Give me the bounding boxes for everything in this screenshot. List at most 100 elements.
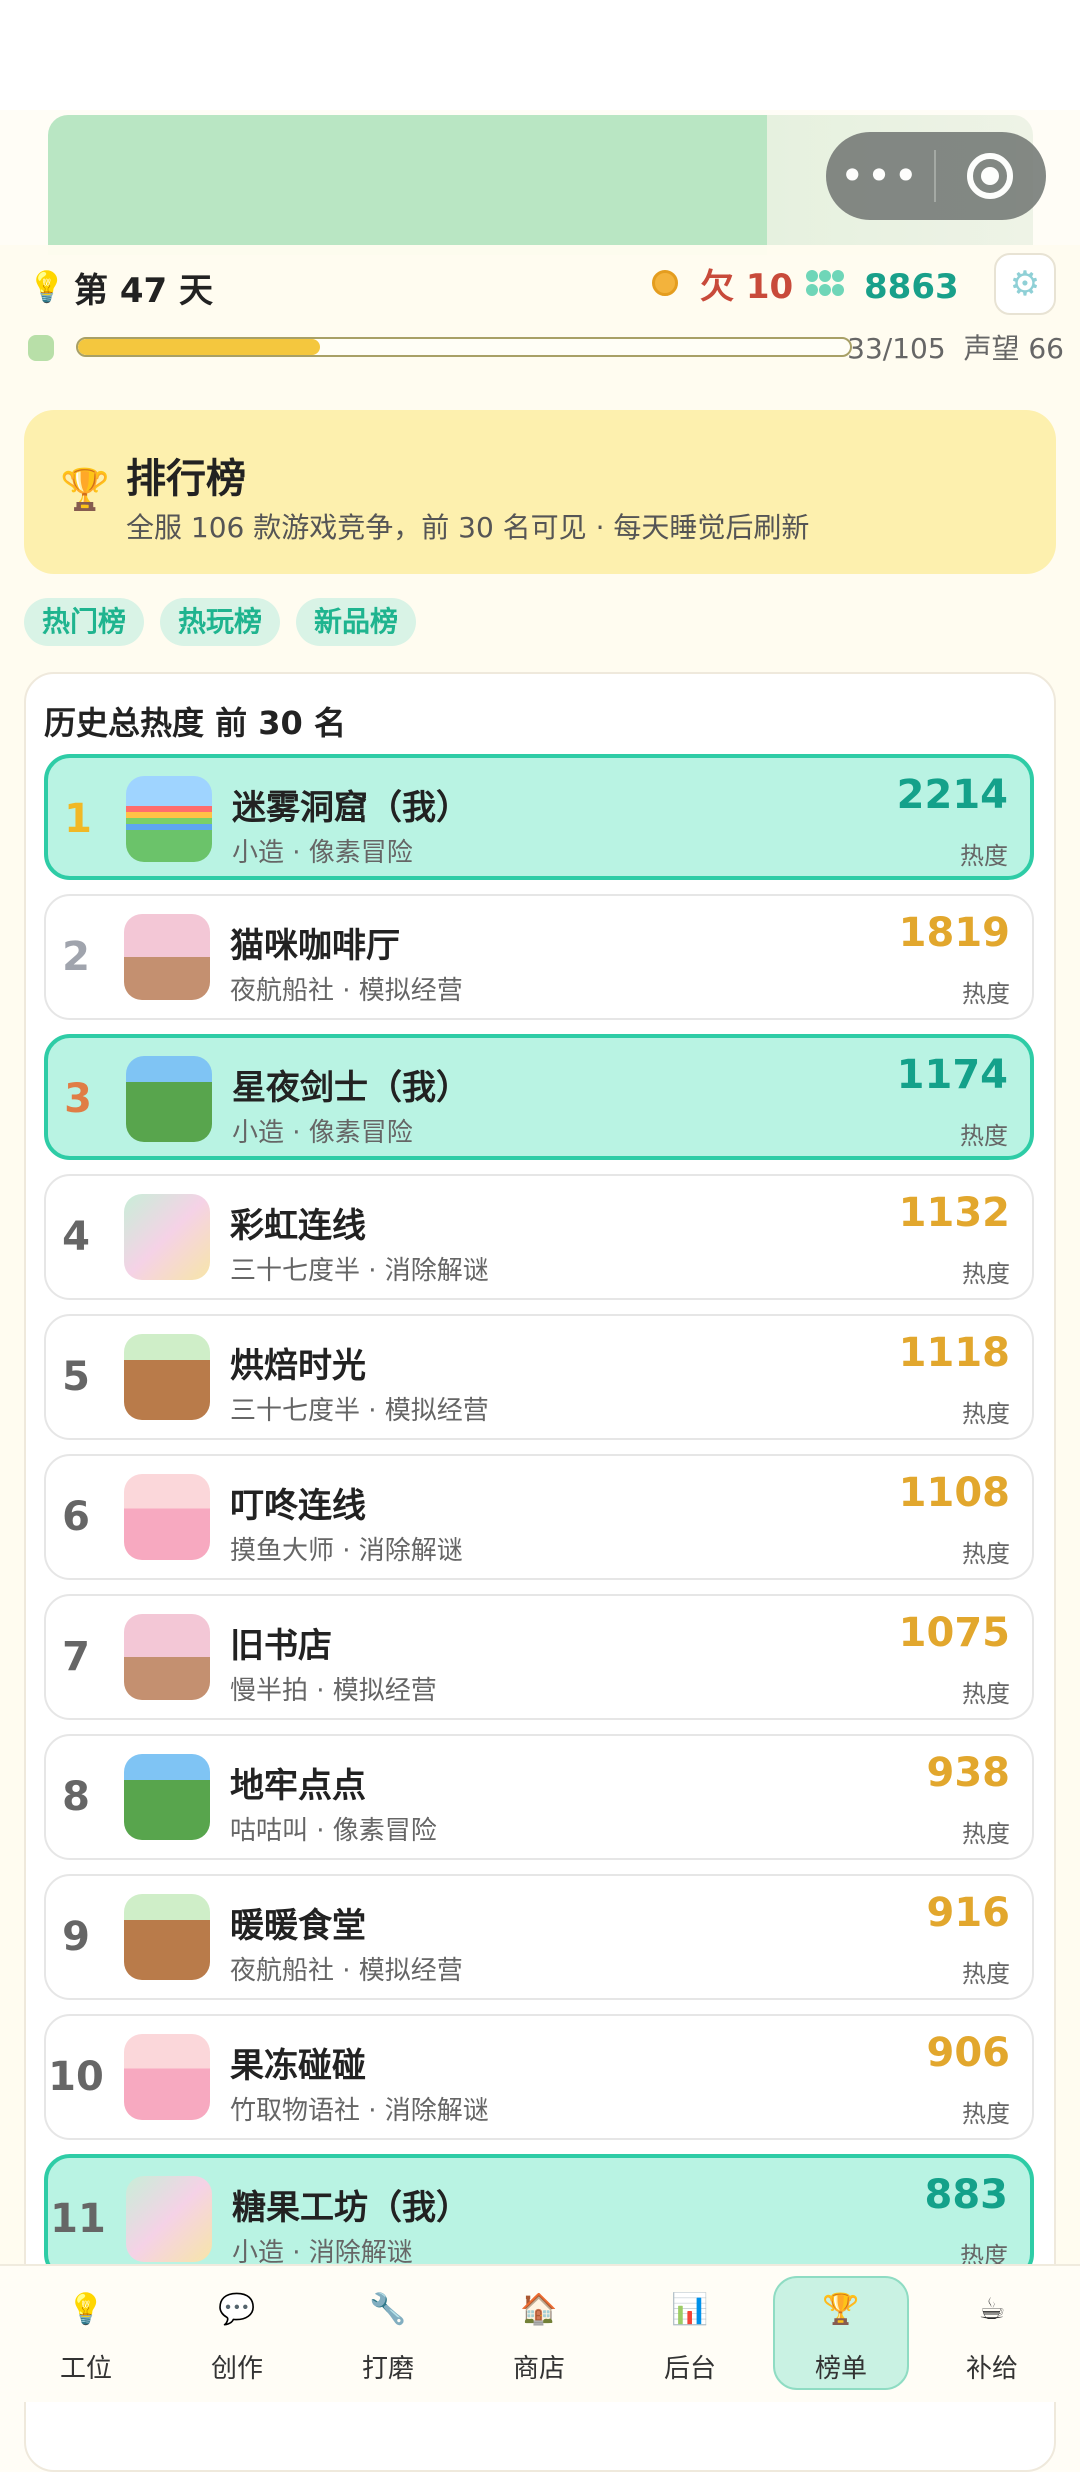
leaderboard-tabs: 热门榜 热玩榜 新品榜 (24, 598, 417, 646)
game-meta: 小造 · 像素冒险 (232, 838, 413, 868)
stats-bar: 💡 第 47 天 欠 10 8863 (28, 262, 1058, 312)
list-item[interactable]: 7 旧书店 慢半拍 · 模拟经营 1075 热度 (44, 1594, 1034, 1720)
heat-value: 906 (926, 2030, 1011, 2076)
list-item[interactable]: 10 果冻碰碰 竹取物语社 · 消除解谜 906 热度 (44, 2014, 1034, 2140)
heat-label: 热度 (962, 1540, 1010, 1568)
rank-number: 4 (62, 1214, 90, 1260)
game-meta: 三十七度半 · 消除解谜 (230, 1256, 489, 1286)
gear-icon[interactable]: ⚙ (994, 253, 1056, 315)
rank-number: 7 (62, 1634, 90, 1680)
game-meta: 夜航船社 · 模拟经营 (230, 976, 463, 1006)
shop-icon: 🏠 (520, 2292, 558, 2327)
game-name: 叮咚连线 (230, 1486, 366, 1526)
game-meta: 竹取物语社 · 消除解谜 (230, 2096, 489, 2126)
gem-icon (806, 270, 844, 304)
game-icon (124, 1614, 210, 1700)
nav-label: 补给 (965, 2354, 1018, 2384)
game-name: 星夜剑士（我） (232, 1068, 470, 1108)
nav-item-shop[interactable]: 🏠 商店 (469, 2266, 609, 2402)
game-name: 猫咪咖啡厅 (230, 926, 400, 966)
game-icon (126, 2176, 212, 2262)
game-icon (124, 1894, 210, 1980)
heat-label: 热度 (962, 1960, 1010, 1988)
close-target-icon[interactable] (936, 153, 1044, 199)
cup-icon: ☕ (978, 2292, 1006, 2327)
game-name: 果冻碰碰 (230, 2046, 366, 2086)
heat-label: 热度 (962, 1820, 1010, 1848)
game-icon (124, 914, 210, 1000)
day-label: 第 47 天 (74, 270, 213, 311)
heat-label: 热度 (962, 1260, 1010, 1288)
lightbulb-icon: 💡 (28, 269, 66, 305)
trophy-icon: 🏆 (822, 2292, 860, 2327)
more-icon[interactable]: ••• (826, 132, 934, 220)
rank-number: 6 (62, 1494, 90, 1540)
leaderboard-header-card: 🏆 排行榜 全服 106 款游戏竞争，前 30 名可见 · 每天睡觉后刷新 (24, 410, 1056, 574)
game-icon (124, 1194, 210, 1280)
nav-label: 商店 (512, 2354, 565, 2384)
list-item[interactable]: 3 星夜剑士（我） 小造 · 像素冒险 1174 热度 (44, 1034, 1034, 1160)
heat-label: 热度 (962, 1400, 1010, 1428)
list-title: 历史总热度 前 30 名 (44, 704, 346, 742)
leaderboard-subtitle: 全服 106 款游戏竞争，前 30 名可见 · 每天睡觉后刷新 (126, 511, 810, 544)
nav-label: 工位 (59, 2354, 112, 2384)
nav-item-create[interactable]: 💬 创作 (167, 2266, 307, 2402)
miniapp-capsule[interactable]: ••• (826, 132, 1046, 220)
status-bar (0, 0, 1080, 110)
nav-item-polish[interactable]: 🔧 打磨 (318, 2266, 458, 2402)
game-icon (124, 2034, 210, 2120)
tab-new[interactable]: 新品榜 (296, 598, 417, 646)
heat-value: 1075 (898, 1610, 1010, 1656)
wrench-icon: 🔧 (369, 2292, 407, 2327)
nav-item-leaderboard[interactable]: 🏆 榜单 (771, 2266, 911, 2402)
list-item[interactable]: 4 彩虹连线 三十七度半 · 消除解谜 1132 热度 (44, 1174, 1034, 1300)
rank-number: 11 (50, 2196, 106, 2242)
list-item[interactable]: 11 糖果工坊（我） 小造 · 消除解谜 883 热度 (44, 2154, 1034, 2280)
heat-label: 热度 (960, 842, 1008, 870)
list-item[interactable]: 9 暖暖食堂 夜航船社 · 模拟经营 916 热度 (44, 1874, 1034, 2000)
game-icon (126, 1056, 212, 1142)
nav-label: 榜单 (814, 2354, 867, 2384)
nav-label: 创作 (210, 2354, 263, 2384)
list-item[interactable]: 8 地牢点点 咕咕叫 · 像素冒险 938 热度 (44, 1734, 1034, 1860)
debt-label: 欠 10 (700, 267, 794, 307)
tab-hot[interactable]: 热门榜 (24, 598, 145, 646)
leaderboard-title: 排行榜 (126, 456, 246, 502)
game-name: 迷雾洞窟（我） (232, 788, 470, 828)
list-item[interactable]: 2 猫咪咖啡厅 夜航船社 · 模拟经营 1819 热度 (44, 894, 1034, 1020)
game-meta: 夜航船社 · 模拟经营 (230, 1956, 463, 1986)
game-icon (124, 1474, 210, 1560)
heat-value: 916 (926, 1890, 1011, 1936)
game-name: 烘焙时光 (230, 1346, 366, 1386)
heat-value: 1819 (898, 910, 1010, 956)
list-item[interactable]: 5 烘焙时光 三十七度半 · 模拟经营 1118 热度 (44, 1314, 1034, 1440)
heat-label: 热度 (962, 980, 1010, 1008)
chart-icon: 📊 (671, 2292, 709, 2327)
list-item[interactable]: 6 叮咚连线 摸鱼大师 · 消除解谜 1108 热度 (44, 1454, 1034, 1580)
heat-label: 热度 (962, 2100, 1010, 2128)
rank-number: 10 (48, 2054, 104, 2100)
game-icon (124, 1334, 210, 1420)
game-meta: 摸鱼大师 · 消除解谜 (230, 1536, 463, 1566)
nav-label: 打磨 (361, 2354, 414, 2384)
rank-number: 5 (62, 1354, 90, 1400)
rank-number: 1 (64, 796, 92, 842)
game-meta: 慢半拍 · 模拟经营 (230, 1676, 437, 1706)
progress-row: 33/105 声望 66 (28, 327, 1064, 371)
nav-item-workstation[interactable]: 💡 工位 (16, 2266, 156, 2402)
trophy-icon: 🏆 (60, 467, 110, 513)
game-name: 地牢点点 (230, 1766, 366, 1806)
game-name: 旧书店 (230, 1626, 332, 1666)
gem-count: 8863 (864, 267, 959, 307)
rank-number: 9 (62, 1914, 90, 1960)
rank-number: 3 (64, 1076, 92, 1122)
nav-item-backend[interactable]: 📊 后台 (620, 2266, 760, 2402)
game-meta: 小造 · 像素冒险 (232, 1118, 413, 1148)
game-meta: 咕咕叫 · 像素冒险 (230, 1816, 437, 1846)
tab-hot-play[interactable]: 热玩榜 (160, 598, 281, 646)
nav-item-supply[interactable]: ☕ 补给 (922, 2266, 1062, 2402)
bottom-nav: 💡 工位 💬 创作 🔧 打磨 🏠 商店 📊 后台 🏆 榜单 ☕ 补给 (0, 2264, 1080, 2402)
list-item[interactable]: 1 迷雾洞窟（我） 小造 · 像素冒险 2214 热度 (44, 754, 1034, 880)
jar-icon (28, 335, 54, 361)
rank-number: 8 (62, 1774, 90, 1820)
